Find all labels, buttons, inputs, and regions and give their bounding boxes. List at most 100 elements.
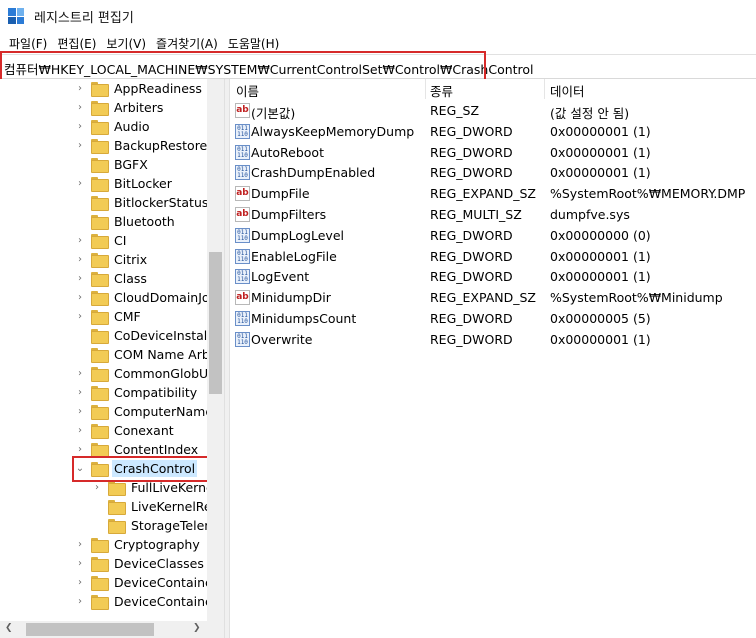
chevron-right-icon[interactable]: › bbox=[75, 292, 85, 303]
chevron-right-icon[interactable]: › bbox=[75, 368, 85, 379]
column-header-type[interactable]: 종류 bbox=[430, 81, 453, 100]
tree-item[interactable]: › CI bbox=[75, 231, 128, 250]
scroll-left-icon[interactable]: ❮ bbox=[5, 623, 13, 633]
chevron-right-icon[interactable]: › bbox=[75, 425, 85, 436]
chevron-right-icon[interactable]: › bbox=[92, 482, 102, 493]
chevron-right-icon[interactable]: › bbox=[75, 102, 85, 113]
folder-icon bbox=[91, 82, 109, 97]
menu-help[interactable]: 도움말(H) bbox=[223, 35, 285, 52]
tree-item[interactable]: BGFX bbox=[75, 155, 150, 174]
value-name: LogEvent bbox=[251, 269, 310, 285]
chevron-right-icon[interactable]: › bbox=[75, 311, 85, 322]
chevron-right-icon[interactable]: › bbox=[75, 387, 85, 398]
chevron-right-icon[interactable]: › bbox=[75, 121, 85, 132]
tree-vertical-scroll-thumb[interactable] bbox=[209, 252, 222, 394]
tree-vertical-scrollbar[interactable] bbox=[207, 79, 224, 621]
folder-icon bbox=[108, 519, 126, 534]
column-header-data[interactable]: 데이터 bbox=[550, 81, 585, 100]
tree-item-label: Class bbox=[114, 271, 147, 286]
column-divider[interactable] bbox=[425, 79, 426, 99]
tree-item[interactable]: › DeviceContainerPr bbox=[75, 573, 224, 592]
address-bar[interactable]: 컴퓨터₩HKEY_LOCAL_MACHINE₩SYSTEM₩CurrentCon… bbox=[0, 54, 756, 79]
chevron-right-icon[interactable]: › bbox=[75, 596, 85, 607]
value-data: %SystemRoot%₩Minidump bbox=[550, 290, 723, 306]
chevron-right-icon[interactable]: › bbox=[75, 140, 85, 151]
value-type: REG_DWORD bbox=[430, 331, 513, 347]
tree-item[interactable]: StorageTelemet bbox=[92, 516, 224, 535]
tree-item[interactable]: › Conexant bbox=[75, 421, 176, 440]
table-row[interactable]: 011 110 AlwaysKeepMemoryDump REG_DWORD 0x00… bbox=[230, 122, 756, 143]
tree-item[interactable]: COM Name Arbite bbox=[75, 345, 224, 364]
table-row[interactable]: 011 110 MinidumpsCount REG_DWORD 0x00000005… bbox=[230, 309, 756, 330]
window-title: 레지스트리 편집기 bbox=[34, 10, 134, 26]
table-row[interactable]: ab MinidumpDir REG_EXPAND_SZ %SystemRoot%₩M… bbox=[230, 288, 756, 309]
tree-item[interactable]: › Arbiters bbox=[75, 98, 165, 117]
tree-item-label: Conexant bbox=[114, 423, 174, 438]
folder-icon bbox=[91, 158, 109, 173]
tree-item[interactable]: › DeviceContainers bbox=[75, 592, 224, 611]
tree-item[interactable]: › AppReadiness bbox=[75, 79, 204, 98]
column-divider[interactable] bbox=[544, 79, 545, 99]
chevron-right-icon[interactable]: › bbox=[75, 406, 85, 417]
table-row[interactable]: 011 110 Overwrite REG_DWORD 0x00000001 (1) bbox=[230, 330, 756, 351]
tree-item[interactable]: › FullLiveKernelRe bbox=[92, 478, 224, 497]
tree-item[interactable]: BitlockerStatus bbox=[75, 193, 210, 212]
table-row[interactable]: 011 110 EnableLogFile REG_DWORD 0x00000001 … bbox=[230, 247, 756, 268]
tree-item[interactable]: › BackupRestore bbox=[75, 136, 209, 155]
table-row[interactable]: 011 110 CrashDumpEnabled REG_DWORD 0x000000… bbox=[230, 163, 756, 184]
value-data: 0x00000001 (1) bbox=[550, 123, 651, 139]
key-tree[interactable]: › AppReadiness › Arbiters › Audio › BackupResto… bbox=[0, 79, 224, 638]
chevron-right-icon[interactable]: › bbox=[75, 577, 85, 588]
tree-item-label: Arbiters bbox=[114, 100, 164, 115]
string-value-icon: ab bbox=[235, 207, 250, 222]
chevron-right-icon[interactable]: › bbox=[75, 254, 85, 265]
menu-file[interactable]: 파일(F) bbox=[4, 35, 52, 52]
menu-edit[interactable]: 편집(E) bbox=[52, 35, 101, 52]
tree-item[interactable]: CoDeviceInstallers bbox=[75, 326, 224, 345]
table-row[interactable]: ab DumpFilters REG_MULTI_SZ dumpfve.sys bbox=[230, 205, 756, 226]
chevron-down-icon[interactable]: ⌄ bbox=[75, 463, 85, 474]
chevron-right-icon[interactable]: › bbox=[75, 83, 85, 94]
table-row[interactable]: ab DumpFile REG_EXPAND_SZ %SystemRoot%₩MEMO… bbox=[230, 184, 756, 205]
table-row[interactable]: 011 110 AutoReboot REG_DWORD 0x00000001 (1) bbox=[230, 143, 756, 164]
folder-icon bbox=[91, 291, 109, 306]
folder-icon bbox=[91, 557, 109, 572]
tree-item[interactable]: › BitLocker bbox=[75, 174, 174, 193]
tree-item[interactable]: › CMF bbox=[75, 307, 143, 326]
table-row[interactable]: ab (기본값) REG_SZ (값 설정 안 됨) bbox=[230, 101, 756, 122]
scroll-right-icon[interactable]: ❯ bbox=[193, 623, 201, 633]
value-type: REG_DWORD bbox=[430, 311, 513, 326]
tree-item-label: ContentIndex bbox=[114, 442, 199, 457]
tree-item[interactable]: LiveKernelRepo bbox=[92, 497, 224, 516]
tree-item[interactable]: › CloudDomainJoin bbox=[75, 288, 223, 307]
tree-item[interactable]: › CommonGlobUser bbox=[75, 364, 224, 383]
tree-item[interactable]: › Audio bbox=[75, 117, 152, 136]
chevron-right-icon[interactable]: › bbox=[75, 178, 85, 189]
chevron-right-icon[interactable]: › bbox=[75, 273, 85, 284]
address-path[interactable]: 컴퓨터₩HKEY_LOCAL_MACHINE₩SYSTEM₩CurrentCon… bbox=[4, 59, 534, 78]
value-name: DumpFilters bbox=[251, 207, 327, 222]
chevron-right-icon[interactable]: › bbox=[75, 235, 85, 246]
chevron-right-icon[interactable]: › bbox=[75, 539, 85, 550]
tree-item[interactable]: › Compatibility bbox=[75, 383, 199, 402]
column-header-name[interactable]: 이름 bbox=[236, 81, 259, 100]
menu-view[interactable]: 보기(V) bbox=[101, 35, 151, 52]
tree-item[interactable]: › Citrix bbox=[75, 250, 149, 269]
value-name: AutoReboot bbox=[251, 144, 324, 160]
chevron-right-icon[interactable]: › bbox=[75, 444, 85, 455]
menu-favorites[interactable]: 즐겨찾기(A) bbox=[151, 35, 223, 52]
tree-item[interactable]: › Class bbox=[75, 269, 149, 288]
tree-item[interactable]: › ContentIndex bbox=[75, 440, 200, 459]
folder-icon bbox=[91, 424, 109, 439]
folder-icon bbox=[91, 120, 109, 135]
tree-horizontal-scroll-thumb[interactable] bbox=[26, 623, 154, 636]
tree-item[interactable]: › DeviceClasses bbox=[75, 554, 206, 573]
tree-item[interactable]: › Cryptography bbox=[75, 535, 202, 554]
table-row[interactable]: 011 110 DumpLogLevel REG_DWORD 0x00000000 (… bbox=[230, 226, 756, 247]
chevron-right-icon[interactable]: › bbox=[75, 558, 85, 569]
table-row[interactable]: 011 110 LogEvent REG_DWORD 0x00000001 (1) bbox=[230, 267, 756, 288]
tree-item[interactable]: Bluetooth bbox=[75, 212, 177, 231]
tree-item[interactable]: ⌄ CrashControl bbox=[75, 459, 198, 478]
tree-horizontal-scrollbar[interactable]: ❮ ❯ bbox=[0, 621, 224, 638]
tree-item[interactable]: › ComputerName bbox=[75, 402, 215, 421]
